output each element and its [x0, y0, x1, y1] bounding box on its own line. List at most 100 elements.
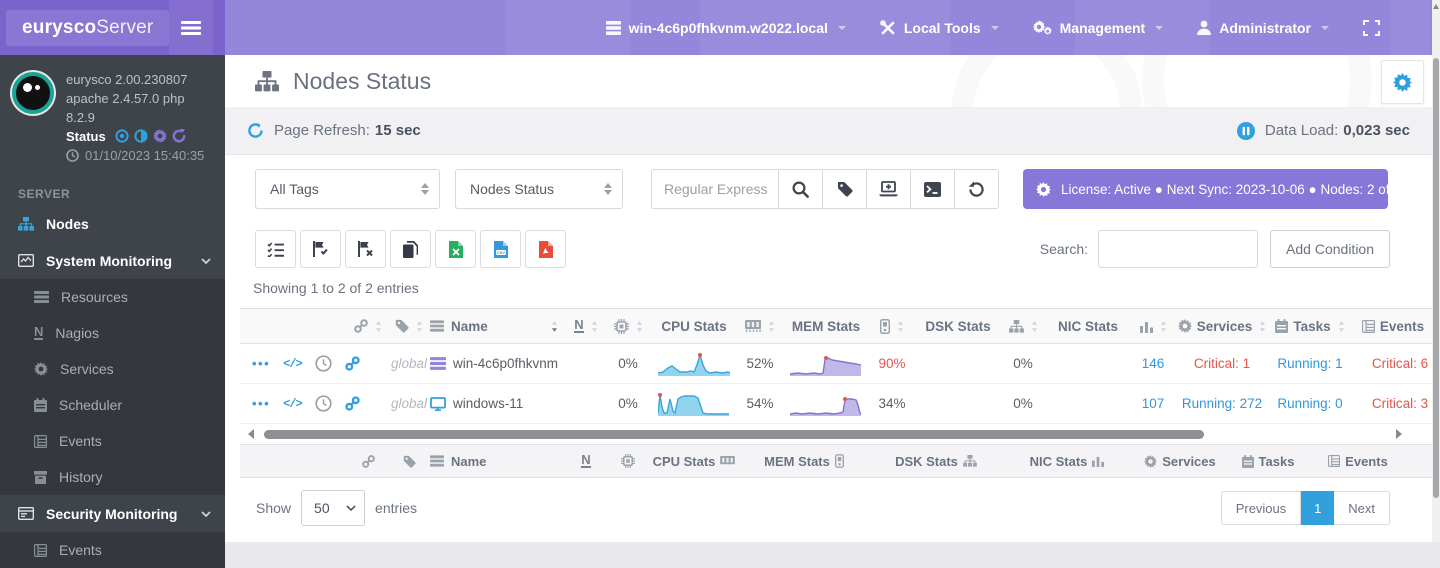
export-pdf-button[interactable]	[525, 230, 566, 268]
scroll-up-arrow[interactable]	[1433, 4, 1439, 9]
tags-button[interactable]	[822, 169, 867, 209]
header-tasks-label: Tasks	[1293, 318, 1331, 334]
app-logo[interactable]: euryscoServer	[6, 9, 170, 46]
row-name-cell[interactable]: win-4c6p0fhkvnm	[430, 356, 566, 371]
clock-icon	[66, 149, 79, 162]
header-link-column[interactable]	[348, 319, 388, 333]
row-cpu-sparkline[interactable]	[650, 391, 738, 417]
row-count-cell[interactable]: 107	[1132, 396, 1174, 411]
status-half-circle-icon[interactable]	[134, 129, 148, 143]
sidebar-item-label: Events	[59, 542, 102, 558]
nagios-icon: N	[581, 452, 591, 468]
scroll-right-arrow[interactable]	[1396, 429, 1402, 439]
row-name-cell[interactable]: windows-11	[430, 396, 566, 411]
sort-icon	[768, 320, 775, 332]
view-select-value: Nodes Status	[470, 181, 555, 197]
fullscreen-button[interactable]	[1363, 19, 1380, 36]
refresh-icon[interactable]	[247, 122, 264, 139]
sidebar-item-system-monitoring[interactable]: System Monitoring	[0, 242, 225, 279]
row-services-cell[interactable]: Running: 272	[1174, 396, 1270, 411]
sidebar-item-scheduler[interactable]: Scheduler	[0, 387, 225, 423]
export-excel-button[interactable]	[435, 230, 476, 268]
nav-local-tools-dropdown[interactable]: Local Tools	[879, 20, 999, 36]
add-node-button[interactable]	[866, 169, 911, 209]
vertical-scrollbar[interactable]	[1432, 0, 1440, 542]
header-events-column[interactable]: Events	[1350, 319, 1432, 334]
row-count-cell[interactable]: 146	[1132, 356, 1174, 371]
reload-button[interactable]	[954, 169, 999, 209]
row-menu-button[interactable]: •••	[252, 396, 270, 411]
page-size-select[interactable]: 50	[301, 490, 366, 526]
column-visibility-button[interactable]	[255, 230, 296, 268]
page-title: Nodes Status	[255, 68, 431, 95]
gear-icon	[34, 362, 48, 376]
nav-management-dropdown[interactable]: Management	[1032, 20, 1164, 36]
nav-host-dropdown[interactable]: win-4c6p0fhkvnm.w2022.local	[605, 20, 846, 36]
header-dsk-column[interactable]	[870, 318, 914, 334]
copy-button[interactable]	[390, 230, 431, 268]
pause-circle-icon[interactable]	[1236, 121, 1255, 140]
sidebar-item-history[interactable]: History	[0, 459, 225, 495]
sidebar-item-events[interactable]: Events	[0, 423, 225, 459]
sidebar-item-security-events[interactable]: Events	[0, 532, 225, 568]
status-refresh-icon[interactable]	[172, 129, 186, 143]
row-code-button[interactable]: </>	[283, 397, 303, 411]
row-schedule-button[interactable]	[315, 355, 332, 372]
sidebar-toggle-button[interactable]	[169, 0, 213, 55]
search-button[interactable]	[778, 169, 823, 209]
sidebar-item-nodes[interactable]: Nodes	[0, 205, 225, 242]
sidebar-item-resources[interactable]: Resources	[0, 279, 225, 315]
row-link-button[interactable]	[345, 396, 360, 411]
scrollbar-thumb[interactable]	[264, 429, 1204, 439]
row-mem-sparkline[interactable]	[782, 351, 870, 377]
nav-user-dropdown[interactable]: Administrator	[1197, 20, 1329, 36]
header-nic-column[interactable]	[1002, 319, 1044, 333]
current-page-button[interactable]: 1	[1301, 491, 1335, 525]
header-name-column[interactable]: Name	[430, 319, 566, 334]
filters-row: All Tags Nodes Status Regular Expression…	[255, 169, 1388, 209]
tags-select[interactable]: All Tags	[255, 169, 440, 209]
status-target-icon[interactable]	[115, 129, 129, 143]
header-services-column[interactable]: Services	[1174, 319, 1270, 334]
row-tasks-cell[interactable]: Running: 1	[1270, 356, 1350, 371]
clear-filter-button[interactable]	[345, 230, 386, 268]
scrollbar-thumb[interactable]	[1433, 58, 1439, 498]
previous-page-button[interactable]: Previous	[1220, 491, 1302, 525]
row-services-cell[interactable]: Critical: 1	[1174, 356, 1270, 371]
regex-input[interactable]	[651, 169, 779, 209]
ram-icon	[745, 320, 761, 332]
row-events-cell[interactable]: Critical: 3	[1350, 396, 1432, 411]
header-nagios-column[interactable]: N	[566, 318, 606, 333]
view-select[interactable]: Nodes Status	[455, 169, 623, 209]
row-code-button[interactable]: </>	[283, 357, 303, 371]
row-link-button[interactable]	[345, 356, 360, 371]
header-mem-column[interactable]	[738, 320, 782, 332]
export-csv-button[interactable]: CSV	[480, 230, 521, 268]
row-menu-button[interactable]: •••	[252, 356, 270, 371]
row-events-cell[interactable]: Critical: 6	[1350, 356, 1432, 371]
row-tag-cell[interactable]: global	[388, 356, 430, 371]
save-filter-button[interactable]	[300, 230, 341, 268]
copy-icon	[403, 240, 418, 258]
row-cpu-sparkline[interactable]	[650, 351, 738, 377]
row-tag-cell[interactable]: global	[388, 396, 430, 411]
sidebar-item-services[interactable]: Services	[0, 351, 225, 387]
scroll-left-arrow[interactable]	[248, 429, 254, 439]
page-settings-button[interactable]	[1381, 60, 1424, 104]
header-tasks-column[interactable]: Tasks	[1270, 319, 1350, 334]
row-mem-sparkline[interactable]	[782, 391, 870, 417]
calendar-icon	[1241, 454, 1254, 468]
sidebar-item-nagios[interactable]: N Nagios	[0, 315, 225, 351]
node-name: win-4c6p0fhkvnm	[453, 356, 559, 371]
add-condition-button[interactable]: Add Condition	[1270, 230, 1390, 268]
next-page-button[interactable]: Next	[1334, 491, 1390, 525]
table-search-input[interactable]	[1098, 230, 1259, 268]
sidebar-item-security-monitoring[interactable]: Security Monitoring	[0, 495, 225, 532]
header-tag-column[interactable]	[388, 319, 430, 333]
header-chart-column[interactable]	[1132, 320, 1174, 333]
status-gear-icon[interactable]	[153, 129, 168, 143]
header-cpu-column[interactable]	[606, 318, 650, 334]
terminal-button[interactable]	[910, 169, 955, 209]
row-schedule-button[interactable]	[315, 395, 332, 412]
row-tasks-cell[interactable]: Running: 0	[1270, 396, 1350, 411]
